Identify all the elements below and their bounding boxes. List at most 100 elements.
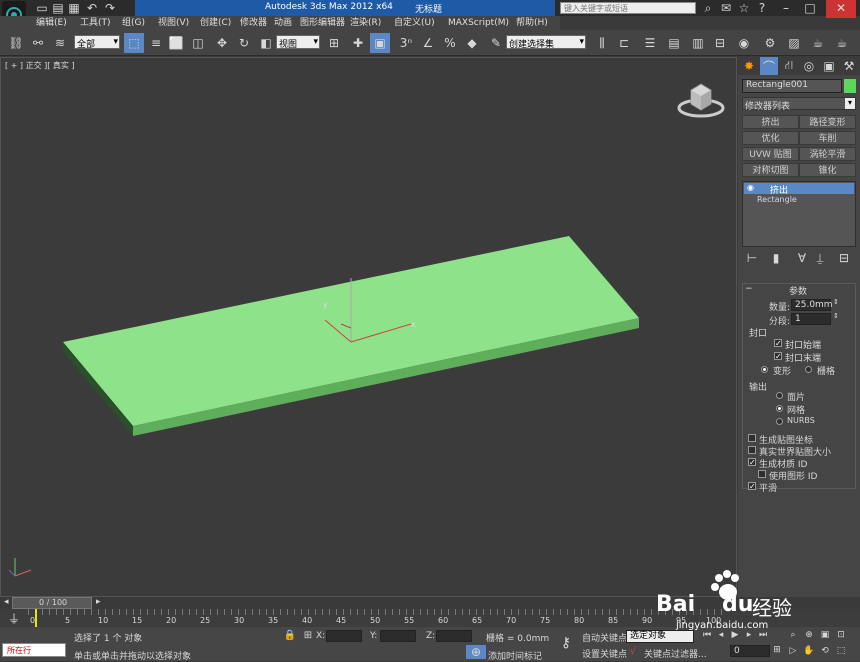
help-icon[interactable]: ? xyxy=(752,0,772,18)
morph-radio[interactable] xyxy=(761,366,768,373)
make-unique-icon[interactable]: ∀ xyxy=(792,248,812,268)
edit-named-selection-icon[interactable]: ✎ xyxy=(486,33,506,53)
modifier-button-extrude[interactable]: 挤出 xyxy=(742,115,799,129)
reference-coord-dropdown[interactable]: 视图 ▾ xyxy=(276,35,320,50)
current-frame-input[interactable]: 0 xyxy=(730,645,770,657)
cap-end-checkbox[interactable]: ✓ xyxy=(774,352,782,361)
named-selection-dropdown[interactable]: 创建选择集 ▾ xyxy=(506,35,586,50)
cap-start-checkbox[interactable]: ✓ xyxy=(774,339,782,348)
modifier-button-taper[interactable]: 锥化 xyxy=(799,163,856,177)
select-manipulate-icon[interactable]: ✚ xyxy=(348,33,368,53)
communication-icon[interactable]: ✉ xyxy=(716,0,736,18)
pan-icon[interactable]: ✋ xyxy=(802,644,816,658)
schematic-view-icon[interactable]: ⊟ xyxy=(710,33,730,53)
patch-radio[interactable] xyxy=(776,392,783,399)
menu-animation[interactable]: 动画 xyxy=(274,16,292,30)
favorites-icon[interactable]: ☆ xyxy=(734,0,754,18)
modifier-button-turbosmooth[interactable]: 涡轮平滑 xyxy=(799,147,856,161)
menu-modifiers[interactable]: 修改器 xyxy=(240,16,267,30)
graphite-ribbon-icon[interactable]: ▤ xyxy=(664,33,684,53)
modifier-button-symmetry[interactable]: 对称切图 xyxy=(742,163,799,177)
modify-tab-icon[interactable]: ⌒ xyxy=(760,57,778,75)
menu-create[interactable]: 创建(C) xyxy=(200,16,231,30)
mesh-radio[interactable] xyxy=(776,405,783,412)
modifier-button-lathe[interactable]: 车削 xyxy=(799,131,856,145)
x-coord-input[interactable] xyxy=(326,630,362,642)
spinner-snap-icon[interactable]: ◆ xyxy=(462,33,482,53)
align-icon[interactable]: ⊏ xyxy=(614,33,634,53)
display-tab-icon[interactable]: ▣ xyxy=(820,57,838,75)
stack-item-rectangle[interactable]: Rectangle xyxy=(757,195,797,204)
add-time-tag-label[interactable]: 添加时间标记 xyxy=(488,649,542,662)
show-end-result-icon[interactable]: ▮ xyxy=(766,248,786,268)
mirror-icon[interactable]: ⫼ xyxy=(592,33,612,53)
move-icon[interactable]: ✥ xyxy=(212,33,232,53)
menu-maxscript[interactable]: MAXScript(M) xyxy=(448,16,509,30)
remove-modifier-icon[interactable]: ⍊ xyxy=(810,248,830,268)
select-object-icon[interactable]: ⬚ xyxy=(124,33,144,53)
menu-tools[interactable]: 工具(T) xyxy=(80,16,111,30)
rotate-icon[interactable]: ↻ xyxy=(234,33,254,53)
menu-views[interactable]: 视图(V) xyxy=(158,16,189,30)
menu-help[interactable]: 帮助(H) xyxy=(516,16,548,30)
pin-stack-icon[interactable]: ⊢ xyxy=(742,248,762,268)
motion-tab-icon[interactable]: ◎ xyxy=(800,57,818,75)
stack-item-extrude[interactable]: ◉ 挤出 xyxy=(744,183,854,196)
utilities-tab-icon[interactable]: ⚒ xyxy=(840,57,858,75)
menu-rendering[interactable]: 渲染(R) xyxy=(350,16,381,30)
real-world-checkbox[interactable] xyxy=(748,446,756,454)
window-crossing-icon[interactable]: ◫ xyxy=(188,33,208,53)
time-marker[interactable] xyxy=(35,609,37,627)
percent-snap-icon[interactable]: % xyxy=(440,33,460,53)
rollout-minus-icon[interactable]: − xyxy=(745,284,753,294)
key-filters-button[interactable]: 关键点过滤器... xyxy=(644,647,707,660)
y-coord-input[interactable] xyxy=(380,630,416,642)
keyboard-shortcut-icon[interactable]: ▣ xyxy=(370,33,390,53)
field-of-view-icon[interactable]: ▷ xyxy=(786,644,800,658)
layer-manager-icon[interactable]: ☰ xyxy=(640,33,660,53)
maximize-icon[interactable]: □ xyxy=(800,0,820,18)
search-box[interactable]: 键入关键字或短语 xyxy=(560,2,696,14)
maxscript-listener[interactable]: 所在行 xyxy=(2,643,66,657)
pivot-center-icon[interactable]: ⊞ xyxy=(324,33,344,53)
smooth-checkbox[interactable]: ✓ xyxy=(748,482,756,491)
rect-selection-icon[interactable]: ⬜ xyxy=(166,33,186,53)
time-tag-icon[interactable]: ⊕ xyxy=(466,645,486,659)
transform-gizmo[interactable] xyxy=(311,272,421,352)
close-icon[interactable]: ✕ xyxy=(826,0,856,18)
grid-radio[interactable] xyxy=(805,366,812,373)
segments-spinner-icon[interactable]: ⇕ xyxy=(833,312,839,320)
segments-input[interactable]: 1 xyxy=(791,313,831,325)
material-editor-icon[interactable]: ◉ xyxy=(734,33,754,53)
set-key-button[interactable]: 设置关键点 xyxy=(582,647,627,660)
set-key-icon[interactable]: ⚷ xyxy=(556,633,576,653)
link-icon[interactable]: ⛓ xyxy=(6,33,26,53)
orbit-icon[interactable]: ⟲ xyxy=(818,644,832,658)
menu-edit[interactable]: 编辑(E) xyxy=(36,16,67,30)
menu-group[interactable]: 组(G) xyxy=(122,16,145,30)
prev-frame-icon[interactable]: ◂ xyxy=(4,597,9,607)
amount-input[interactable]: 25.0mm xyxy=(791,299,833,311)
mini-curve-editor-icon[interactable]: ⏚ xyxy=(4,609,24,627)
gen-map-coords-checkbox[interactable] xyxy=(748,434,756,442)
object-name-field[interactable]: Rectangle001 xyxy=(742,79,842,93)
z-coord-input[interactable] xyxy=(436,630,472,642)
perspective-viewport[interactable]: [ + ] 正交 ][ 真实 ] x y xyxy=(0,57,737,597)
curve-editor-icon[interactable]: ▥ xyxy=(688,33,708,53)
rendered-frame-icon[interactable]: ▨ xyxy=(784,33,804,53)
next-frame-icon[interactable]: ▸ xyxy=(96,597,101,607)
selection-filter-dropdown[interactable]: 全部 ▾ xyxy=(74,35,120,50)
render-production-icon[interactable]: ☕ xyxy=(832,33,852,53)
nurbs-radio[interactable] xyxy=(776,418,783,425)
configure-modifier-sets-icon[interactable]: ⊟ xyxy=(834,248,854,268)
time-slider-thumb[interactable]: 0 / 100 xyxy=(12,597,92,609)
scale-icon[interactable]: ◧ xyxy=(256,33,276,53)
select-by-name-icon[interactable]: ≡ xyxy=(146,33,166,53)
auto-key-button[interactable]: 自动关键点 xyxy=(582,631,627,644)
angle-snap-icon[interactable]: ∠ xyxy=(418,33,438,53)
hierarchy-tab-icon[interactable]: ⛙ xyxy=(780,57,798,75)
render-setup-icon[interactable]: ⚙ xyxy=(760,33,780,53)
menu-graph-editors[interactable]: 图形编辑器 xyxy=(300,16,345,30)
unlink-icon[interactable]: ⚯ xyxy=(28,33,48,53)
key-filters-icon[interactable]: √ xyxy=(626,644,640,658)
